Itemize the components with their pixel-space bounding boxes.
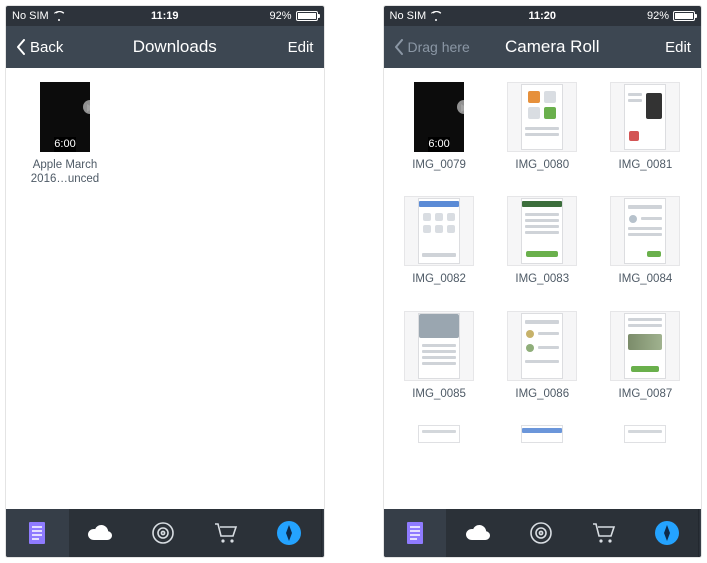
video-thumbnail: 6:00: [414, 82, 464, 152]
cart-icon: [591, 522, 617, 544]
drag-here-label: Drag here: [408, 39, 470, 55]
cloud-icon: [86, 524, 114, 542]
back-button[interactable]: Drag here: [394, 39, 474, 55]
grid-item[interactable]: [394, 425, 485, 443]
file-label: IMG_0085: [412, 387, 466, 401]
tab-bar: [384, 509, 702, 557]
cloud-icon: [464, 524, 492, 542]
file-item[interactable]: 6:00 Apple March 2016…unced: [10, 82, 120, 187]
image-thumbnail: [404, 311, 474, 381]
grid-item[interactable]: 6:00 IMG_0079: [394, 82, 485, 172]
grid-item[interactable]: IMG_0082: [394, 196, 485, 286]
nav-bar: Drag here Camera Roll Edit: [384, 26, 702, 68]
image-thumbnail: [507, 82, 577, 152]
grid-item[interactable]: IMG_0085: [394, 311, 485, 401]
cart-tab[interactable]: [572, 509, 635, 557]
file-label: IMG_0084: [619, 272, 673, 286]
image-thumbnail: [610, 82, 680, 152]
documents-tab[interactable]: [384, 509, 447, 557]
hotspot-icon: [151, 521, 175, 545]
file-label: IMG_0086: [515, 387, 569, 401]
file-label: IMG_0083: [515, 272, 569, 286]
image-thumbnail: [418, 425, 460, 443]
grid-item[interactable]: IMG_0083: [497, 196, 588, 286]
clock-label: 11:19: [151, 10, 179, 22]
nav-bar: Back Downloads Edit: [6, 26, 324, 68]
tab-bar: [6, 509, 324, 557]
photo-grid: 6:00 IMG_0079 IMG_0080: [394, 82, 692, 443]
image-thumbnail: [507, 311, 577, 381]
file-label: IMG_0080: [515, 158, 569, 172]
document-icon: [405, 521, 425, 545]
battery-icon: [673, 11, 695, 21]
document-icon: [27, 521, 47, 545]
image-thumbnail: [610, 196, 680, 266]
status-bar: No SIM 11:19 92%: [6, 6, 324, 26]
grid-item[interactable]: IMG_0084: [600, 196, 691, 286]
grid-item[interactable]: IMG_0087: [600, 311, 691, 401]
chevron-left-icon: [394, 39, 404, 55]
compass-tab[interactable]: [635, 509, 698, 557]
file-label: IMG_0087: [619, 387, 673, 401]
file-label: IMG_0082: [412, 272, 466, 286]
compass-icon: [276, 520, 302, 546]
grid-item[interactable]: [497, 425, 588, 443]
content-area[interactable]: 6:00 Apple March 2016…unced: [6, 68, 324, 509]
image-thumbnail: [610, 311, 680, 381]
file-label: IMG_0081: [619, 158, 673, 172]
cloud-tab[interactable]: [446, 509, 509, 557]
image-thumbnail: [521, 425, 563, 443]
cart-tab[interactable]: [195, 509, 258, 557]
cloud-tab[interactable]: [69, 509, 132, 557]
tab-grip[interactable]: [321, 509, 324, 557]
content-area[interactable]: 6:00 IMG_0079 IMG_0080: [384, 68, 702, 509]
edit-button[interactable]: Edit: [631, 39, 691, 56]
video-duration: 6:00: [428, 137, 449, 152]
hotspot-icon: [529, 521, 553, 545]
grid-item[interactable]: [600, 425, 691, 443]
status-bar: No SIM 11:20 92%: [384, 6, 702, 26]
image-thumbnail: [507, 196, 577, 266]
cart-icon: [213, 522, 239, 544]
compass-icon: [654, 520, 680, 546]
battery-icon: [296, 11, 318, 21]
file-label: IMG_0079: [412, 158, 466, 172]
page-title: Downloads: [133, 37, 217, 57]
wifi-tab[interactable]: [509, 509, 572, 557]
chevron-left-icon: [16, 39, 26, 55]
compass-tab[interactable]: [258, 509, 321, 557]
clock-label: 11:20: [528, 10, 556, 22]
file-label: Apple March 2016…unced: [21, 158, 109, 187]
grid-item[interactable]: IMG_0080: [497, 82, 588, 172]
grid-item[interactable]: IMG_0081: [600, 82, 691, 172]
image-thumbnail: [624, 425, 666, 443]
tab-grip[interactable]: [698, 509, 701, 557]
edit-button[interactable]: Edit: [253, 39, 313, 56]
documents-tab[interactable]: [6, 509, 69, 557]
phone-right: No SIM 11:20 92% Drag here Camera Roll E…: [384, 6, 702, 557]
back-button[interactable]: Back: [16, 39, 96, 56]
back-label: Back: [30, 39, 63, 56]
video-thumbnail: 6:00: [40, 82, 90, 152]
page-title: Camera Roll: [505, 37, 599, 57]
phone-left: No SIM 11:19 92% Back Downloads Edit 6:0…: [6, 6, 324, 557]
image-thumbnail: [404, 196, 474, 266]
video-duration: 6:00: [54, 137, 75, 152]
grid-item[interactable]: IMG_0086: [497, 311, 588, 401]
wifi-tab[interactable]: [132, 509, 195, 557]
